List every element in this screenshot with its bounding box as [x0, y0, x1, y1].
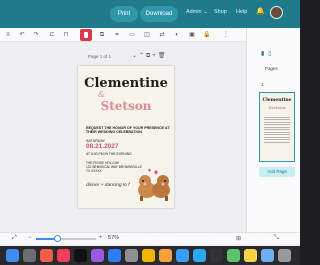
date-text[interactable]: 08.21.2027: [86, 143, 119, 150]
avatar[interactable]: [270, 6, 283, 19]
opacity-icon[interactable]: ◐: [173, 31, 181, 39]
notes-icon[interactable]: [244, 249, 257, 262]
settings-icon[interactable]: [125, 249, 138, 262]
align-center-icon[interactable]: ⊓: [62, 31, 70, 39]
bell-icon[interactable]: 🔔: [256, 7, 265, 15]
maps-icon[interactable]: [227, 249, 240, 262]
lock-icon[interactable]: 🔒: [203, 31, 211, 39]
design-canvas[interactable]: Page 1 of 1 ⌄⌃⧉+🗑 Clementine & Stetson R…: [0, 42, 246, 232]
trash-icon[interactable]: [278, 249, 291, 262]
page-thumbnail[interactable]: Clementine Stetson: [259, 92, 295, 162]
group-icon[interactable]: ▣: [188, 31, 196, 39]
music-icon[interactable]: [57, 249, 70, 262]
request-text[interactable]: REQUEST THE HONOR OF YOUR PRESENCE AT TH…: [86, 126, 172, 135]
crop-icon[interactable]: ⌗: [113, 31, 121, 39]
mail-icon[interactable]: [176, 249, 189, 262]
groom-name[interactable]: Stetson: [78, 99, 174, 113]
delete-button[interactable]: [80, 29, 92, 41]
zoom-bar: ⤢ − + 57% ⊞ ⤡: [0, 232, 300, 244]
deer-illustration[interactable]: [134, 168, 174, 202]
finder-icon[interactable]: [6, 249, 19, 262]
thumb-name1: Clementine: [262, 98, 292, 103]
nav-shop[interactable]: Shop: [214, 9, 227, 15]
grid-icon[interactable]: ⊞: [236, 235, 241, 242]
expand-icon[interactable]: ⤡: [274, 235, 279, 242]
photos-icon[interactable]: [159, 249, 172, 262]
hamburger-icon[interactable]: ≡: [4, 31, 12, 39]
top-bar: Print Download Admin ⌄ Shop Help 🔔: [0, 0, 300, 28]
thumb-name2: Stetson: [268, 105, 286, 110]
arrange-icon[interactable]: ◫: [143, 31, 151, 39]
panel-tab-icons[interactable]: ▮▯: [261, 50, 276, 57]
flip-icon[interactable]: ⇄: [158, 31, 166, 39]
terminal-icon[interactable]: [210, 249, 223, 262]
download-button[interactable]: Download: [140, 6, 178, 22]
app-store-icon[interactable]: [108, 249, 121, 262]
copy-icon[interactable]: ⧉: [98, 31, 106, 39]
files-icon[interactable]: [193, 249, 206, 262]
zoom-slider-knob[interactable]: [53, 235, 61, 242]
invitation-card[interactable]: Clementine & Stetson REQUEST THE HONOR O…: [78, 66, 174, 208]
thumb-text-lines: [264, 115, 290, 143]
nav-help[interactable]: Help: [236, 9, 247, 15]
print-button[interactable]: Print: [110, 6, 138, 22]
chrome-icon[interactable]: [142, 249, 155, 262]
nav-admin[interactable]: Admin ⌄: [186, 9, 208, 15]
app-window: Print Download Admin ⌄ Shop Help 🔔 ≡ ↶ ↷…: [0, 0, 300, 265]
align-left-icon[interactable]: ⊏: [48, 31, 56, 39]
redo-icon[interactable]: ↷: [32, 31, 40, 39]
page-label: Page 1 of 1: [88, 54, 112, 59]
layers-icon[interactable]: ▭: [128, 31, 136, 39]
panel-title: Pages: [265, 66, 278, 71]
apps-icon[interactable]: [23, 249, 36, 262]
zoom-in-icon[interactable]: +: [99, 235, 103, 241]
mac-dock: [0, 246, 300, 265]
more-icon[interactable]: ⋮: [222, 31, 230, 39]
add-page-button[interactable]: Add Page: [259, 167, 295, 177]
page-tools[interactable]: ⌄⌃⧉+🗑: [132, 52, 167, 60]
pages-panel: ▮▯ Pages 1 Clementine Stetson Add Page: [246, 28, 300, 232]
undo-icon[interactable]: ↶: [18, 31, 26, 39]
tv-icon[interactable]: [74, 249, 87, 262]
zoom-slider[interactable]: [36, 235, 96, 242]
ampersand[interactable]: &: [98, 90, 105, 99]
podcasts-icon[interactable]: [91, 249, 104, 262]
preview-icon[interactable]: [261, 249, 274, 262]
time-text[interactable]: AT 6:00 PM IN THE EVENING: [86, 152, 132, 156]
dinner-text[interactable]: dinner + dancing to f: [86, 183, 130, 188]
editor-toolbar: ≡ ↶ ↷ ⊏ ⊓ ⧉ ⌗ ▭ ◫ ⇄ ◐ ▣ 🔒 ⋮: [0, 28, 246, 42]
calendar-icon[interactable]: [40, 249, 53, 262]
page-number: 1: [261, 82, 264, 87]
zoom-value: 57%: [108, 235, 120, 241]
fit-screen-icon[interactable]: ⤢: [12, 235, 17, 242]
bride-name[interactable]: Clementine: [78, 76, 174, 91]
zoom-out-icon[interactable]: −: [28, 235, 32, 241]
